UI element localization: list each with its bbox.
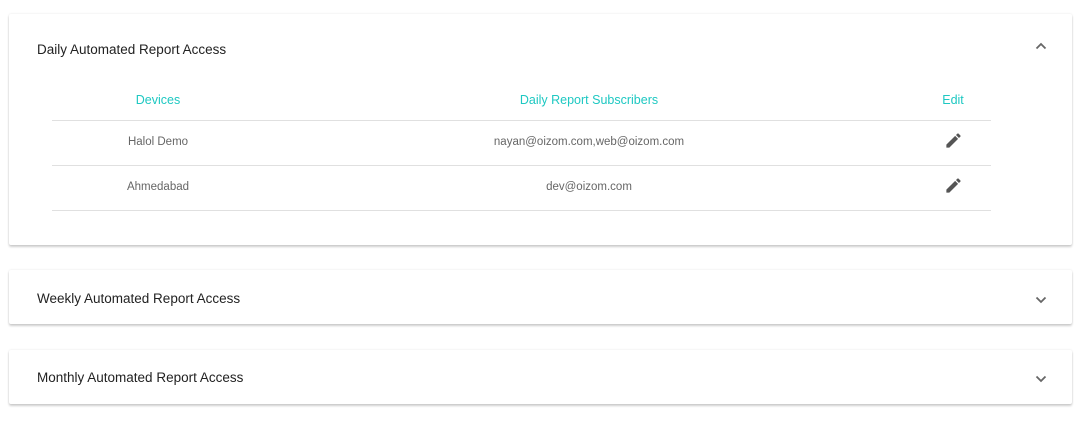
pencil-icon[interactable] — [944, 131, 963, 150]
table-row: Ahmedabad dev@oizom.com — [52, 166, 991, 211]
device-cell: Ahmedabad — [126, 181, 190, 193]
header-devices: Devices — [135, 93, 181, 107]
pencil-icon[interactable] — [944, 176, 963, 195]
monthly-report-panel-header[interactable]: Monthly Automated Report Access — [9, 350, 1072, 404]
daily-report-panel-header[interactable]: Daily Automated Report Access — [9, 14, 1072, 78]
weekly-report-panel: Weekly Automated Report Access — [9, 270, 1072, 324]
chevron-up-icon[interactable] — [1035, 42, 1047, 50]
subscribers-cell: dev@oizom.com — [546, 181, 632, 193]
monthly-report-panel-title: Monthly Automated Report Access — [37, 370, 244, 385]
header-daily-report-subscribers: Daily Report Subscribers — [519, 93, 659, 107]
chevron-down-icon[interactable] — [1035, 296, 1047, 304]
device-cell: Halol Demo — [127, 136, 189, 148]
weekly-report-panel-title: Weekly Automated Report Access — [37, 291, 241, 306]
chevron-down-icon[interactable] — [1035, 375, 1047, 383]
daily-report-table: Devices Daily Report Subscribers Edit Ha… — [52, 83, 991, 211]
daily-report-panel-title: Daily Automated Report Access — [37, 42, 227, 57]
header-edit: Edit — [942, 93, 964, 107]
subscribers-cell: nayan@oizom.com,web@oizom.com — [493, 136, 685, 148]
weekly-report-panel-header[interactable]: Weekly Automated Report Access — [9, 270, 1072, 324]
table-header-row: Devices Daily Report Subscribers Edit — [52, 83, 991, 121]
monthly-report-panel: Monthly Automated Report Access — [9, 350, 1072, 404]
daily-report-panel: Daily Automated Report Access Devices Da… — [9, 14, 1072, 245]
table-row: Halol Demo nayan@oizom.com,web@oizom.com — [52, 121, 991, 166]
